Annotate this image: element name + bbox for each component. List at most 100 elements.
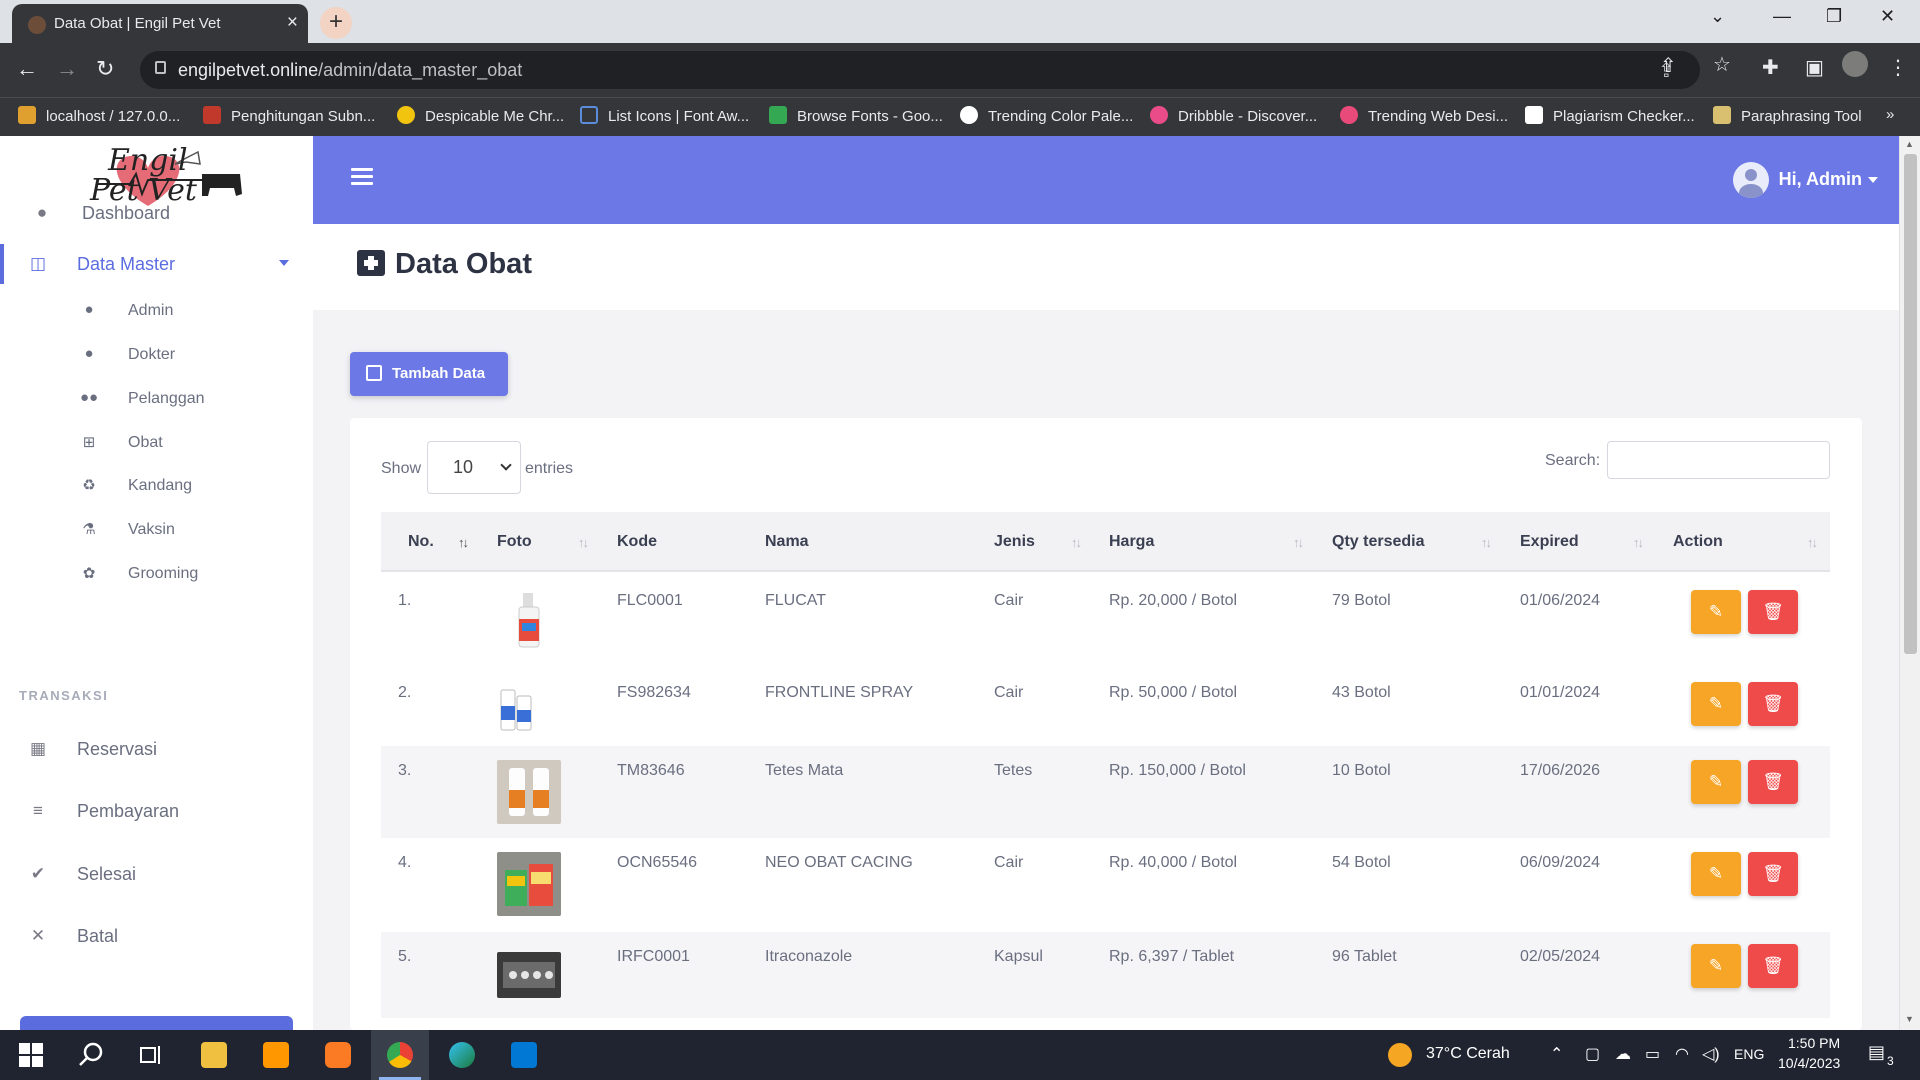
onedrive-icon[interactable]: ☁	[1615, 1044, 1631, 1064]
edit-button[interactable]: ✎	[1691, 682, 1741, 726]
clock-date[interactable]: 10/4/2023	[1778, 1055, 1840, 1071]
delete-button[interactable]: 🗑	[1748, 760, 1798, 804]
bookmark-item[interactable]: Trending Web Desi...	[1340, 106, 1508, 125]
bookmark-item[interactable]: localhost / 127.0.0...	[18, 106, 180, 125]
sidebar-item-vaksin[interactable]: ⚗ Vaksin	[0, 513, 313, 547]
sidebar-item-grooming[interactable]: ✿ Grooming	[0, 557, 313, 591]
column-header-foto[interactable]: Foto	[497, 533, 532, 551]
sidebar-item-pelanggan[interactable]: ●● Pelanggan	[0, 382, 313, 416]
sort-icon[interactable]: ↑↓	[1807, 535, 1818, 550]
sidebar-item-dokter[interactable]: ● Dokter	[0, 338, 313, 372]
side-panel-icon[interactable]: ▣	[1805, 55, 1824, 80]
edit-button[interactable]: ✎	[1691, 760, 1741, 804]
wifi-icon[interactable]: ◠	[1675, 1044, 1689, 1064]
delete-button[interactable]: 🗑	[1748, 682, 1798, 726]
nav-selesai[interactable]: ✔ Selesai	[0, 854, 313, 894]
delete-button[interactable]: 🗑	[1748, 852, 1798, 896]
maximize-icon[interactable]: ❐	[1826, 6, 1842, 27]
browser-menu-icon[interactable]: ⋮	[1888, 55, 1908, 80]
user-icon: ●	[84, 301, 94, 318]
page-size-select[interactable]: 10	[427, 441, 521, 494]
sort-icon[interactable]: ↑↓	[578, 535, 589, 550]
nav-dashboard[interactable]: ● Dashboard	[0, 193, 313, 233]
bookmark-star-icon[interactable]: ☆	[1713, 52, 1731, 77]
language-indicator[interactable]: ENG	[1734, 1046, 1764, 1062]
user-menu[interactable]: Hi, Admin	[1732, 162, 1878, 198]
sidebar-bottom-button[interactable]	[20, 1016, 293, 1030]
taskbar-chrome[interactable]	[371, 1030, 429, 1080]
battery-icon[interactable]: ▭	[1645, 1044, 1660, 1064]
column-header-harga[interactable]: Harga	[1109, 533, 1154, 551]
window-close-icon[interactable]: ✕	[1880, 6, 1895, 27]
scroll-up-icon[interactable]: ▲	[1905, 139, 1914, 149]
delete-button[interactable]: 🗑	[1748, 590, 1798, 634]
taskbar-edge[interactable]	[433, 1030, 491, 1080]
volume-icon[interactable]: ◁)	[1702, 1044, 1720, 1064]
windows-logo-icon	[19, 1043, 43, 1067]
forward-icon[interactable]: →	[56, 56, 78, 82]
tray-overflow-icon[interactable]: ⌃	[1550, 1044, 1563, 1064]
edit-button[interactable]: ✎	[1691, 852, 1741, 896]
hamburger-menu-icon[interactable]	[351, 168, 373, 186]
taskbar-sublime-text[interactable]	[247, 1030, 305, 1080]
taskbar-search-button[interactable]	[62, 1030, 120, 1080]
extensions-icon[interactable]: ✚	[1762, 55, 1779, 80]
share-page-icon[interactable]: ⇧	[1660, 53, 1677, 78]
nav-pembayaran[interactable]: ≡ Pembayaran	[0, 791, 313, 831]
sort-icon[interactable]: ↑↓	[1633, 535, 1644, 550]
bookmark-item[interactable]: Despicable Me Chr...	[397, 106, 564, 125]
weather-icon[interactable]	[1388, 1043, 1412, 1067]
meet-now-icon[interactable]: ▢	[1585, 1044, 1600, 1064]
column-header-no[interactable]: No.	[408, 533, 434, 551]
column-header-kode[interactable]: Kode	[617, 533, 657, 551]
sidebar-item-admin[interactable]: ● Admin	[0, 294, 313, 328]
back-icon[interactable]: ←	[16, 56, 38, 82]
bookmark-item[interactable]: Dribbble - Discover...	[1150, 106, 1317, 125]
new-tab-button[interactable]: +	[320, 7, 352, 39]
column-header-nama[interactable]: Nama	[765, 533, 809, 551]
windows-start-button[interactable]	[2, 1030, 60, 1080]
profile-avatar[interactable]	[1842, 51, 1868, 77]
weather-text[interactable]: 37°C Cerah	[1426, 1045, 1510, 1063]
scrollbar-thumb[interactable]	[1904, 154, 1917, 654]
sort-icon[interactable]: ↑↓	[1481, 535, 1492, 550]
taskbar-xampp[interactable]	[309, 1030, 367, 1080]
notification-icon[interactable]: ▤	[1868, 1042, 1885, 1063]
bookmark-item[interactable]: Paraphrasing Tool	[1713, 106, 1862, 125]
taskbar-file-explorer[interactable]	[185, 1030, 243, 1080]
sort-icon[interactable]: ↑↓	[1293, 535, 1304, 550]
clock-time[interactable]: 1:50 PM	[1788, 1035, 1840, 1051]
browser-tab[interactable]: Data Obat | Engil Pet Vet ×	[12, 4, 308, 43]
nav-reservasi[interactable]: ▦ Reservasi	[0, 729, 313, 769]
delete-button[interactable]: 🗑	[1748, 944, 1798, 988]
sort-icon[interactable]: ↑↓	[1071, 535, 1082, 550]
edit-button[interactable]: ✎	[1691, 590, 1741, 634]
page-scrollbar[interactable]: ▲ ▼	[1899, 136, 1920, 1030]
column-header-jenis[interactable]: Jenis	[994, 533, 1035, 551]
edit-button[interactable]: ✎	[1691, 944, 1741, 988]
bookmark-item[interactable]: Trending Color Pale...	[960, 106, 1133, 125]
sidebar-item-kandang[interactable]: ♻ Kandang	[0, 469, 313, 503]
taskbar-vscode[interactable]	[495, 1030, 553, 1080]
tab-search-chevron-icon[interactable]: ⌄	[1710, 6, 1725, 27]
column-header-qty[interactable]: Qty tersedia	[1332, 533, 1424, 551]
address-bar[interactable]: engilpetvet.online/admin/data_master_oba…	[140, 51, 1700, 89]
tab-close-icon[interactable]: ×	[287, 12, 298, 34]
task-view-button[interactable]	[122, 1030, 180, 1080]
reload-icon[interactable]: ↻	[96, 56, 114, 82]
minimize-icon[interactable]: —	[1773, 6, 1791, 27]
sort-icon[interactable]: ↑↓	[458, 535, 469, 550]
bookmark-item[interactable]: Plagiarism Checker...	[1525, 106, 1695, 125]
sidebar-item-obat[interactable]: ⊞ Obat	[0, 426, 313, 460]
bookmarks-overflow-icon[interactable]: »	[1886, 106, 1894, 123]
notification-count: 3	[1887, 1054, 1894, 1068]
bookmark-item[interactable]: Browse Fonts - Goo...	[769, 106, 943, 125]
bookmark-item[interactable]: Penghitungan Subn...	[203, 106, 375, 125]
nav-data-master[interactable]: ◫ Data Master	[0, 244, 313, 284]
bookmark-item[interactable]: List Icons | Font Aw...	[580, 106, 749, 125]
nav-batal[interactable]: ✕ Batal	[0, 916, 313, 956]
tambah-data-button[interactable]: Tambah Data	[350, 352, 508, 396]
scroll-down-icon[interactable]: ▼	[1905, 1014, 1914, 1024]
search-input[interactable]	[1607, 441, 1830, 479]
column-header-expired[interactable]: Expired	[1520, 533, 1579, 551]
